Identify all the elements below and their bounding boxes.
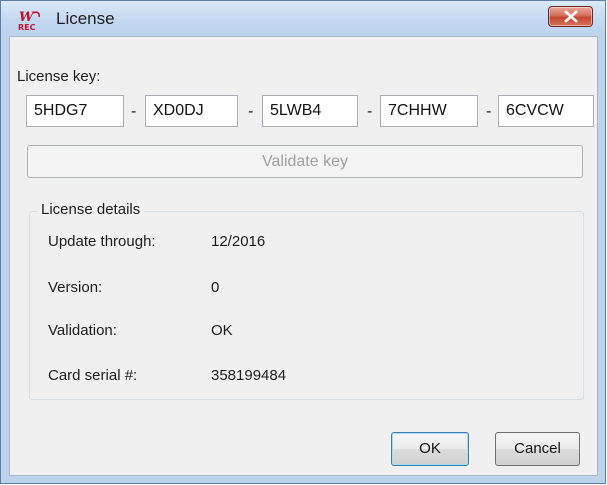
license-key-segment-5[interactable]: 6CVCW xyxy=(498,95,594,127)
svg-text:REC: REC xyxy=(18,23,36,31)
validation-value: OK xyxy=(211,322,233,339)
window-title: License xyxy=(56,9,115,28)
license-key-segment-2[interactable]: XD0DJ xyxy=(145,95,238,127)
ok-button[interactable]: OK xyxy=(391,432,469,466)
title-bar[interactable]: W REC License xyxy=(1,1,605,35)
close-x-icon xyxy=(564,10,578,23)
card-serial-label: Card serial #: xyxy=(48,367,138,384)
license-key-segment-3[interactable]: 5LWB4 xyxy=(262,95,358,127)
update-through-value: 12/2016 xyxy=(211,233,266,250)
license-key-segment-1[interactable]: 5HDG7 xyxy=(26,95,124,127)
key-separator: - xyxy=(367,103,373,120)
app-logo-icon: W REC xyxy=(18,9,42,32)
update-through-label: Update through: xyxy=(48,233,156,250)
version-label: Version: xyxy=(48,279,103,296)
validation-label: Validation: xyxy=(48,322,117,339)
cancel-button[interactable]: Cancel xyxy=(495,432,580,466)
key-separator: - xyxy=(248,103,254,120)
key-separator: - xyxy=(131,103,137,120)
validate-key-button[interactable]: Validate key xyxy=(27,145,583,178)
key-separator: - xyxy=(486,103,492,120)
license-key-segment-4[interactable]: 7CHHW xyxy=(380,95,478,127)
license-key-label: License key: xyxy=(17,68,101,85)
license-details-title: License details xyxy=(37,201,145,218)
close-button[interactable] xyxy=(548,6,593,27)
version-value: 0 xyxy=(211,279,220,296)
card-serial-value: 358199484 xyxy=(211,367,287,384)
